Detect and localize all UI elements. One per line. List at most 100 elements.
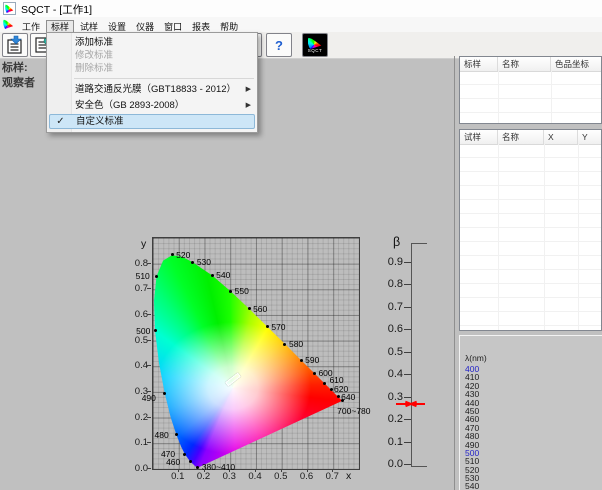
sqct-logo-button[interactable]: SQCT [302, 33, 328, 57]
table-row[interactable] [460, 228, 601, 242]
wavelength-item[interactable]: 540 [465, 482, 602, 490]
wavelength-item[interactable]: 440 [465, 399, 602, 407]
beta-tick [404, 374, 411, 375]
wavelength-item[interactable]: 410 [465, 373, 602, 381]
y-tick-label: 0.8 [126, 258, 148, 269]
submenu-arrow-icon: ▶ [246, 82, 251, 98]
table-body [460, 71, 601, 123]
table-row[interactable] [460, 298, 601, 312]
wavelength-item[interactable]: 520 [465, 466, 602, 474]
table-row[interactable] [460, 256, 601, 270]
wavelength-item[interactable]: 460 [465, 415, 602, 423]
column-header-色品坐标[interactable]: 色品坐标 [551, 57, 602, 71]
column-divider [551, 71, 552, 123]
wavelength-item[interactable]: 500 [465, 449, 602, 457]
table-row[interactable] [460, 186, 601, 200]
table-row[interactable] [460, 71, 601, 85]
x-tick [178, 469, 179, 472]
mdi-child-icon[interactable] [3, 19, 14, 30]
beta-axis-top-tick [411, 243, 427, 244]
beta-tick-label: 0.7 [380, 301, 403, 313]
wavelength-item[interactable]: 430 [465, 390, 602, 398]
beta-axis-line [411, 243, 412, 467]
column-header-Y[interactable]: Y [578, 130, 602, 144]
wavelength-item[interactable]: 450 [465, 407, 602, 415]
column-header-试样[interactable]: 试样 [460, 130, 498, 144]
y-tick [147, 314, 151, 315]
x-tick-label: 0.6 [297, 471, 317, 482]
column-header-名称[interactable]: 名称 [498, 130, 544, 144]
wavelength-item[interactable]: 470 [465, 424, 602, 432]
beta-axis-bottom-tick [411, 466, 427, 467]
beta-tick-label: 0.1 [380, 436, 403, 448]
import-standard-button[interactable] [2, 33, 28, 57]
table-row[interactable] [460, 113, 601, 124]
beta-axis-label: β [393, 235, 400, 249]
locus-point-540 [211, 274, 214, 277]
wavelength-item[interactable]: 400 [465, 365, 602, 373]
locus-point-460 [189, 460, 192, 463]
x-tick-label: 0.4 [245, 471, 265, 482]
table-row[interactable] [460, 242, 601, 256]
table-row[interactable] [460, 172, 601, 186]
x-tick-label: 0.1 [168, 471, 188, 482]
wavelength-item[interactable]: 530 [465, 474, 602, 482]
table-row[interactable] [460, 99, 601, 113]
wavelength-label-510: 510 [136, 272, 150, 280]
table-row[interactable] [460, 144, 601, 158]
beta-tick-label: 0.5 [380, 346, 403, 358]
menu-item-5[interactable]: 安全色（GB 2893-2008）▶ [47, 98, 257, 114]
wavelength-label-570: 570 [271, 323, 285, 331]
wavelength-item[interactable]: 490 [465, 441, 602, 449]
table-row[interactable] [460, 326, 601, 331]
column-header-X[interactable]: X [544, 130, 578, 144]
y-tick-label: 0.0 [126, 463, 148, 474]
menu-item-6[interactable]: ✓自定义标准 [49, 114, 255, 129]
table-row[interactable] [460, 200, 601, 214]
table-row[interactable] [460, 85, 601, 99]
panel-divider [454, 56, 455, 490]
table-body [460, 144, 601, 330]
table-row[interactable] [460, 284, 601, 298]
beta-tick-label: 0.9 [380, 256, 403, 268]
x-tick-label: 0.7 [322, 471, 342, 482]
menu-separator [74, 78, 254, 79]
table-row[interactable] [460, 312, 601, 326]
x-tick-label: 0.2 [194, 471, 214, 482]
beta-tick-label: 0.3 [380, 391, 403, 403]
y-tick-label: 0.4 [126, 360, 148, 371]
x-tick [229, 469, 230, 472]
wavelength-item[interactable]: 480 [465, 432, 602, 440]
wavelength-item[interactable]: 420 [465, 382, 602, 390]
beta-tick [404, 352, 411, 353]
x-tick [204, 469, 205, 472]
menu-item-label: 修改标准 [75, 49, 257, 62]
menu-item-label: 自定义标准 [76, 115, 254, 129]
wavelength-label-590: 590 [305, 356, 319, 364]
locus-point-510 [155, 275, 158, 278]
menu-bar-items: 工作标样试样设置仪器窗口报表帮助 [17, 17, 243, 32]
table-row[interactable] [460, 270, 601, 284]
locus-point-570 [266, 325, 269, 328]
x-tick-label: 0.3 [219, 471, 239, 482]
cie-horseshoe-gamut [153, 238, 359, 469]
question-mark-icon: ? [275, 38, 283, 53]
menu-item-4[interactable]: 道路交通反光膜（GBT18833 - 2012）▶ [47, 82, 257, 98]
table-header: 标样名称色品坐标 [460, 57, 601, 72]
wavelength-item[interactable]: 510 [465, 457, 602, 465]
column-header-名称[interactable]: 名称 [498, 57, 551, 71]
help-button[interactable]: ? [266, 33, 292, 57]
table-row[interactable] [460, 158, 601, 172]
y-axis-label: y [141, 238, 146, 250]
beta-tick [404, 419, 411, 420]
app-window: SQCT - [工作1] 工作标样试样设置仪器窗口报表帮助 [0, 0, 602, 490]
chart-plot-area[interactable]: 520530540550560570580590600610620640700~… [152, 237, 360, 470]
column-header-标样[interactable]: 标样 [460, 57, 498, 71]
table-row[interactable] [460, 214, 601, 228]
locus-point-550 [229, 290, 232, 293]
standards-menu-dropdown: 添加标准修改标准删除标准道路交通反光膜（GBT18833 - 2012）▶安全色… [46, 32, 258, 133]
window-title: SQCT - [工作1] [21, 2, 92, 17]
menu-item-0[interactable]: 添加标准 [47, 36, 257, 49]
y-tick-label: 0.3 [126, 386, 148, 397]
x-tick [307, 469, 308, 472]
